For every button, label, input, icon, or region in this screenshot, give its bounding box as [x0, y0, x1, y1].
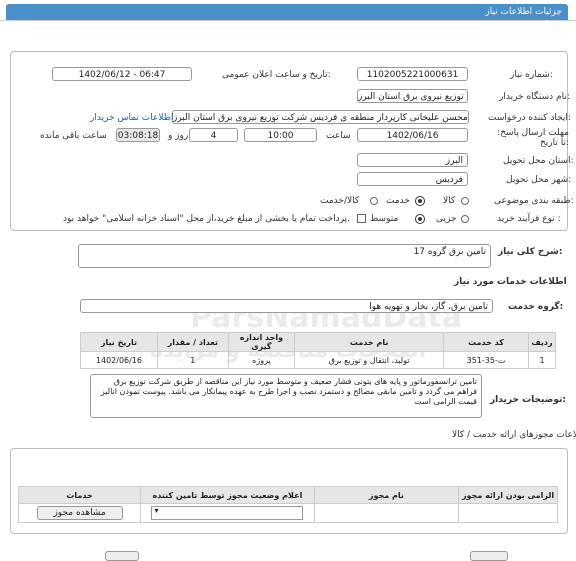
bottom-button-right[interactable] [470, 551, 508, 561]
deadline-hour-label: ساعت [326, 131, 351, 141]
col-need-date: تاریخ نیاز [80, 332, 158, 352]
permits-title: اطلاعات مجوزهای ارائه خدمت / کالا [452, 430, 576, 440]
city-label: شهر محل تحویل: [506, 175, 572, 185]
permits-table: خدمات اعلام وضعیت مجوز توسط تامین کننده … [17, 486, 558, 523]
service-group-label: گروه خدمت: [508, 302, 564, 312]
category-service-radio[interactable] [416, 197, 424, 205]
col-permit-status: اعلام وضعیت مجوز توسط تامین کننده [140, 486, 315, 504]
table-row: 1402/06/16 1 پروژه تولید، انتقال و توزیع… [80, 351, 556, 369]
process-medium-label: متوسط [370, 214, 399, 224]
need-number-field: 1102005221000631 [357, 67, 468, 81]
cell-unit: پروژه [227, 351, 296, 369]
col-permit-required: الزامی بودن ارائه مجوز [458, 486, 558, 504]
category-goods-service-radio[interactable] [370, 197, 378, 205]
buyer-notes-field: تامین ترانسفورماتور و پایه های بتونی فشا… [90, 374, 482, 418]
cell-view-permit: مشاهده مجوز [17, 503, 142, 523]
table-row: مشاهده مجوز ▾ [17, 503, 558, 523]
col-services: خدمات [17, 486, 142, 504]
process-minor-label: جزیی [436, 214, 457, 224]
province-label: استان محل تحویل: [503, 156, 574, 166]
col-service-code: کد خدمت [442, 332, 530, 352]
category-goods-label: کالا [443, 196, 456, 206]
cell-permit-required [458, 503, 558, 523]
chevron-down-icon: ▾ [154, 506, 159, 515]
col-unit: واحد اندازه گیری [227, 332, 296, 352]
need-number-label: شماره نیاز: [510, 70, 553, 80]
buyer-contact-link[interactable]: اطلاعات تماس خریدار [90, 113, 173, 123]
deadline-label: مهلت ارسال پاسخ: تا تاریخ: [497, 128, 569, 148]
permit-status-select[interactable]: ▾ [151, 506, 304, 520]
creator-label: ایجاد کننده درخواست: [488, 113, 571, 123]
category-goods-service-label: کالا/خدمت [320, 196, 360, 206]
bottom-button-left[interactable] [105, 551, 139, 561]
col-quantity: تعداد / مقدار [156, 332, 229, 352]
summary-field: تامین برق گروه 17 [78, 244, 491, 268]
buyer-label: نام دستگاه خریدار: [499, 92, 570, 102]
process-label: نوع فرآیند خرید : [497, 214, 561, 224]
cell-service-name: تولید، انتقال و توزیع برق [294, 351, 444, 369]
cell-permit-status: ▾ [140, 503, 315, 523]
payment-note: پرداخت تمام یا بخشی از مبلغ خرید،از محل … [63, 214, 351, 224]
category-goods-radio[interactable] [461, 197, 469, 205]
buyer-notes-label: توضیحات خریدار: [490, 395, 566, 405]
buyer-field: شرکت توزیع نیروی برق استان البرز [357, 89, 468, 103]
days-field: 4 [189, 128, 238, 142]
col-service-name: نام خدمت [294, 332, 444, 352]
process-minor-radio[interactable] [461, 215, 469, 223]
cell-service-code: ت-35-351 [442, 351, 530, 369]
creator-field: محسن علیخانی کارپرداز منطقه ی فردیس شرکت… [172, 110, 469, 124]
permits-table-header: خدمات اعلام وضعیت مجوز توسط تامین کننده … [17, 486, 558, 504]
announce-label: تاریخ و ساعت اعلان عمومی: [222, 70, 331, 80]
services-table-header: تاریخ نیاز تعداد / مقدار واحد اندازه گیر… [80, 332, 556, 352]
services-table: تاریخ نیاز تعداد / مقدار واحد اندازه گیر… [80, 332, 556, 369]
col-permit-name: نام مجوز [313, 486, 460, 504]
view-permit-button[interactable]: مشاهده مجوز [36, 506, 123, 520]
cell-permit-name [313, 503, 460, 523]
col-row: ردیف [528, 332, 556, 352]
category-label: طبقه بندی موضوعی: [494, 196, 574, 206]
summary-label: شرح کلی نیاز: [498, 247, 563, 257]
page-title: جزئیات اطلاعات نیاز [6, 4, 568, 20]
remaining-time-label: ساعت باقی مانده [40, 131, 107, 141]
services-title: اطلاعات خدمات مورد نیاز [454, 277, 567, 287]
cell-row: 1 [528, 351, 556, 369]
cell-quantity: 1 [156, 351, 229, 369]
cell-need-date: 1402/06/16 [80, 351, 158, 369]
category-service-label: خدمت [386, 196, 410, 206]
treasury-checkbox[interactable] [357, 214, 366, 223]
remaining-time-field: 03:08:18 [116, 128, 160, 142]
deadline-date-field: 1402/06/16 [357, 128, 468, 142]
announce-field: 1402/06/12 - 06:47 [52, 67, 192, 81]
service-group-field: تامین برق، گاز، بخار و تهویه هوا [80, 299, 493, 313]
process-medium-radio[interactable] [416, 215, 424, 223]
city-field: فردیس [357, 172, 468, 186]
province-field: البرز [357, 153, 468, 167]
days-label: روز و [168, 131, 189, 141]
deadline-time-field: 10:00 [244, 128, 317, 142]
